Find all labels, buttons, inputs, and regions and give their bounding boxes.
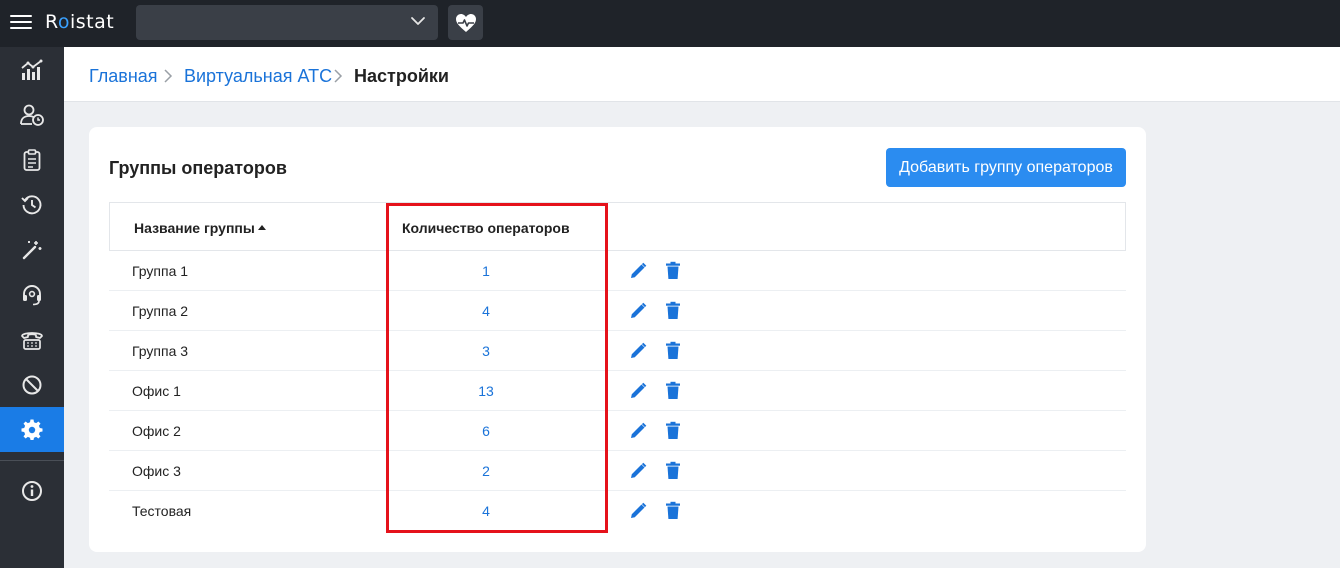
- logo[interactable]: Roistat: [45, 11, 114, 33]
- table-row: Группа 1 1: [109, 251, 1126, 291]
- operator-groups-table: Название группы Количество операторов Гр…: [109, 202, 1126, 531]
- column-header-name[interactable]: Название группы: [134, 220, 266, 236]
- trash-icon[interactable]: [665, 261, 681, 280]
- sidebar-item-history[interactable]: [0, 182, 64, 227]
- block-icon: [22, 375, 42, 394]
- operator-count-link[interactable]: 6: [386, 423, 586, 439]
- edit-icon[interactable]: [629, 462, 647, 480]
- sidebar-item-magic[interactable]: [0, 227, 64, 272]
- clipboard-icon: [23, 148, 41, 171]
- menu-icon[interactable]: [10, 11, 32, 35]
- trash-icon[interactable]: [665, 301, 681, 320]
- top-bar: Roistat: [0, 0, 1340, 47]
- table-row: Офис 2 6: [109, 411, 1126, 451]
- edit-icon[interactable]: [629, 422, 647, 440]
- chevron-right-icon: [164, 69, 173, 83]
- sidebar: [0, 47, 64, 568]
- user-clock-icon: [20, 104, 44, 126]
- trash-icon[interactable]: [665, 501, 681, 520]
- operator-count-link[interactable]: 13: [386, 383, 586, 399]
- trash-icon[interactable]: [665, 381, 681, 400]
- sidebar-item-operators[interactable]: [0, 272, 64, 317]
- sidebar-divider: [0, 460, 64, 461]
- sort-asc-icon: [257, 225, 266, 230]
- edit-icon[interactable]: [629, 382, 647, 400]
- trash-icon[interactable]: [665, 461, 681, 480]
- sidebar-item-info[interactable]: [0, 468, 64, 513]
- operator-groups-card: Группы операторов Добавить группу операт…: [89, 127, 1146, 552]
- edit-icon[interactable]: [629, 502, 647, 520]
- trash-icon[interactable]: [665, 421, 681, 440]
- table-row: Тестовая 4: [109, 491, 1126, 531]
- edit-icon[interactable]: [629, 262, 647, 280]
- edit-icon[interactable]: [629, 302, 647, 320]
- operator-count-link[interactable]: 3: [386, 343, 586, 359]
- table-body: Группа 1 1 Группа 2 4 Группа 3 3 Офис 1 13 Офис …: [109, 251, 1126, 531]
- group-name: Офис 3: [132, 463, 181, 479]
- table-row: Офис 3 2: [109, 451, 1126, 491]
- health-button[interactable]: [448, 5, 483, 40]
- magic-wand-icon: [22, 240, 42, 259]
- sidebar-item-reports[interactable]: [0, 137, 64, 182]
- group-name: Офис 1: [132, 383, 181, 399]
- chevron-right-icon: [334, 69, 343, 83]
- logo-text-rest: istat: [69, 11, 115, 33]
- breadcrumb-home[interactable]: Главная: [89, 66, 158, 87]
- card-title: Группы операторов: [109, 158, 287, 178]
- logo-text: R: [45, 11, 58, 33]
- group-name: Группа 3: [132, 343, 189, 359]
- logo-text-dot: o: [57, 11, 70, 33]
- project-select[interactable]: [136, 5, 438, 40]
- chevron-down-icon: [411, 17, 425, 25]
- operator-count-link[interactable]: 4: [386, 303, 586, 319]
- analytics-chart-icon: [21, 59, 43, 80]
- breadcrumb-current: Настройки: [354, 66, 449, 86]
- trash-icon[interactable]: [665, 341, 681, 360]
- table-row: Группа 3 3: [109, 331, 1126, 371]
- sidebar-item-telephony[interactable]: [0, 317, 64, 362]
- column-header-name-label: Название группы: [134, 220, 255, 236]
- table-header: Название группы Количество операторов: [109, 202, 1126, 251]
- operator-count-link[interactable]: 1: [386, 263, 586, 279]
- gear-icon: [21, 419, 43, 440]
- operator-count-link[interactable]: 4: [386, 503, 586, 519]
- add-operator-group-button[interactable]: Добавить группу операторов: [886, 148, 1126, 187]
- group-name: Группа 1: [132, 263, 189, 279]
- group-name: Офис 2: [132, 423, 181, 439]
- history-icon: [21, 194, 42, 214]
- sidebar-item-settings[interactable]: [0, 407, 64, 452]
- column-header-count: Количество операторов: [402, 220, 570, 236]
- breadcrumb-virtual-pbx[interactable]: Виртуальная АТС: [184, 66, 332, 87]
- sidebar-item-users[interactable]: [0, 92, 64, 137]
- headset-icon: [23, 284, 41, 305]
- table-row: Офис 1 13: [109, 371, 1126, 411]
- telephone-icon: [21, 331, 43, 350]
- group-name: Тестовая: [132, 503, 192, 519]
- info-icon: [22, 480, 42, 501]
- operator-count-link[interactable]: 2: [386, 463, 586, 479]
- group-name: Группа 2: [132, 303, 189, 319]
- heart-pulse-icon: [455, 13, 476, 32]
- table-row: Группа 2 4: [109, 291, 1126, 331]
- edit-icon[interactable]: [629, 342, 647, 360]
- sidebar-item-blacklist[interactable]: [0, 362, 64, 407]
- breadcrumb: Главная Виртуальная АТС Настройки: [64, 47, 1340, 102]
- sidebar-item-analytics[interactable]: [0, 47, 64, 92]
